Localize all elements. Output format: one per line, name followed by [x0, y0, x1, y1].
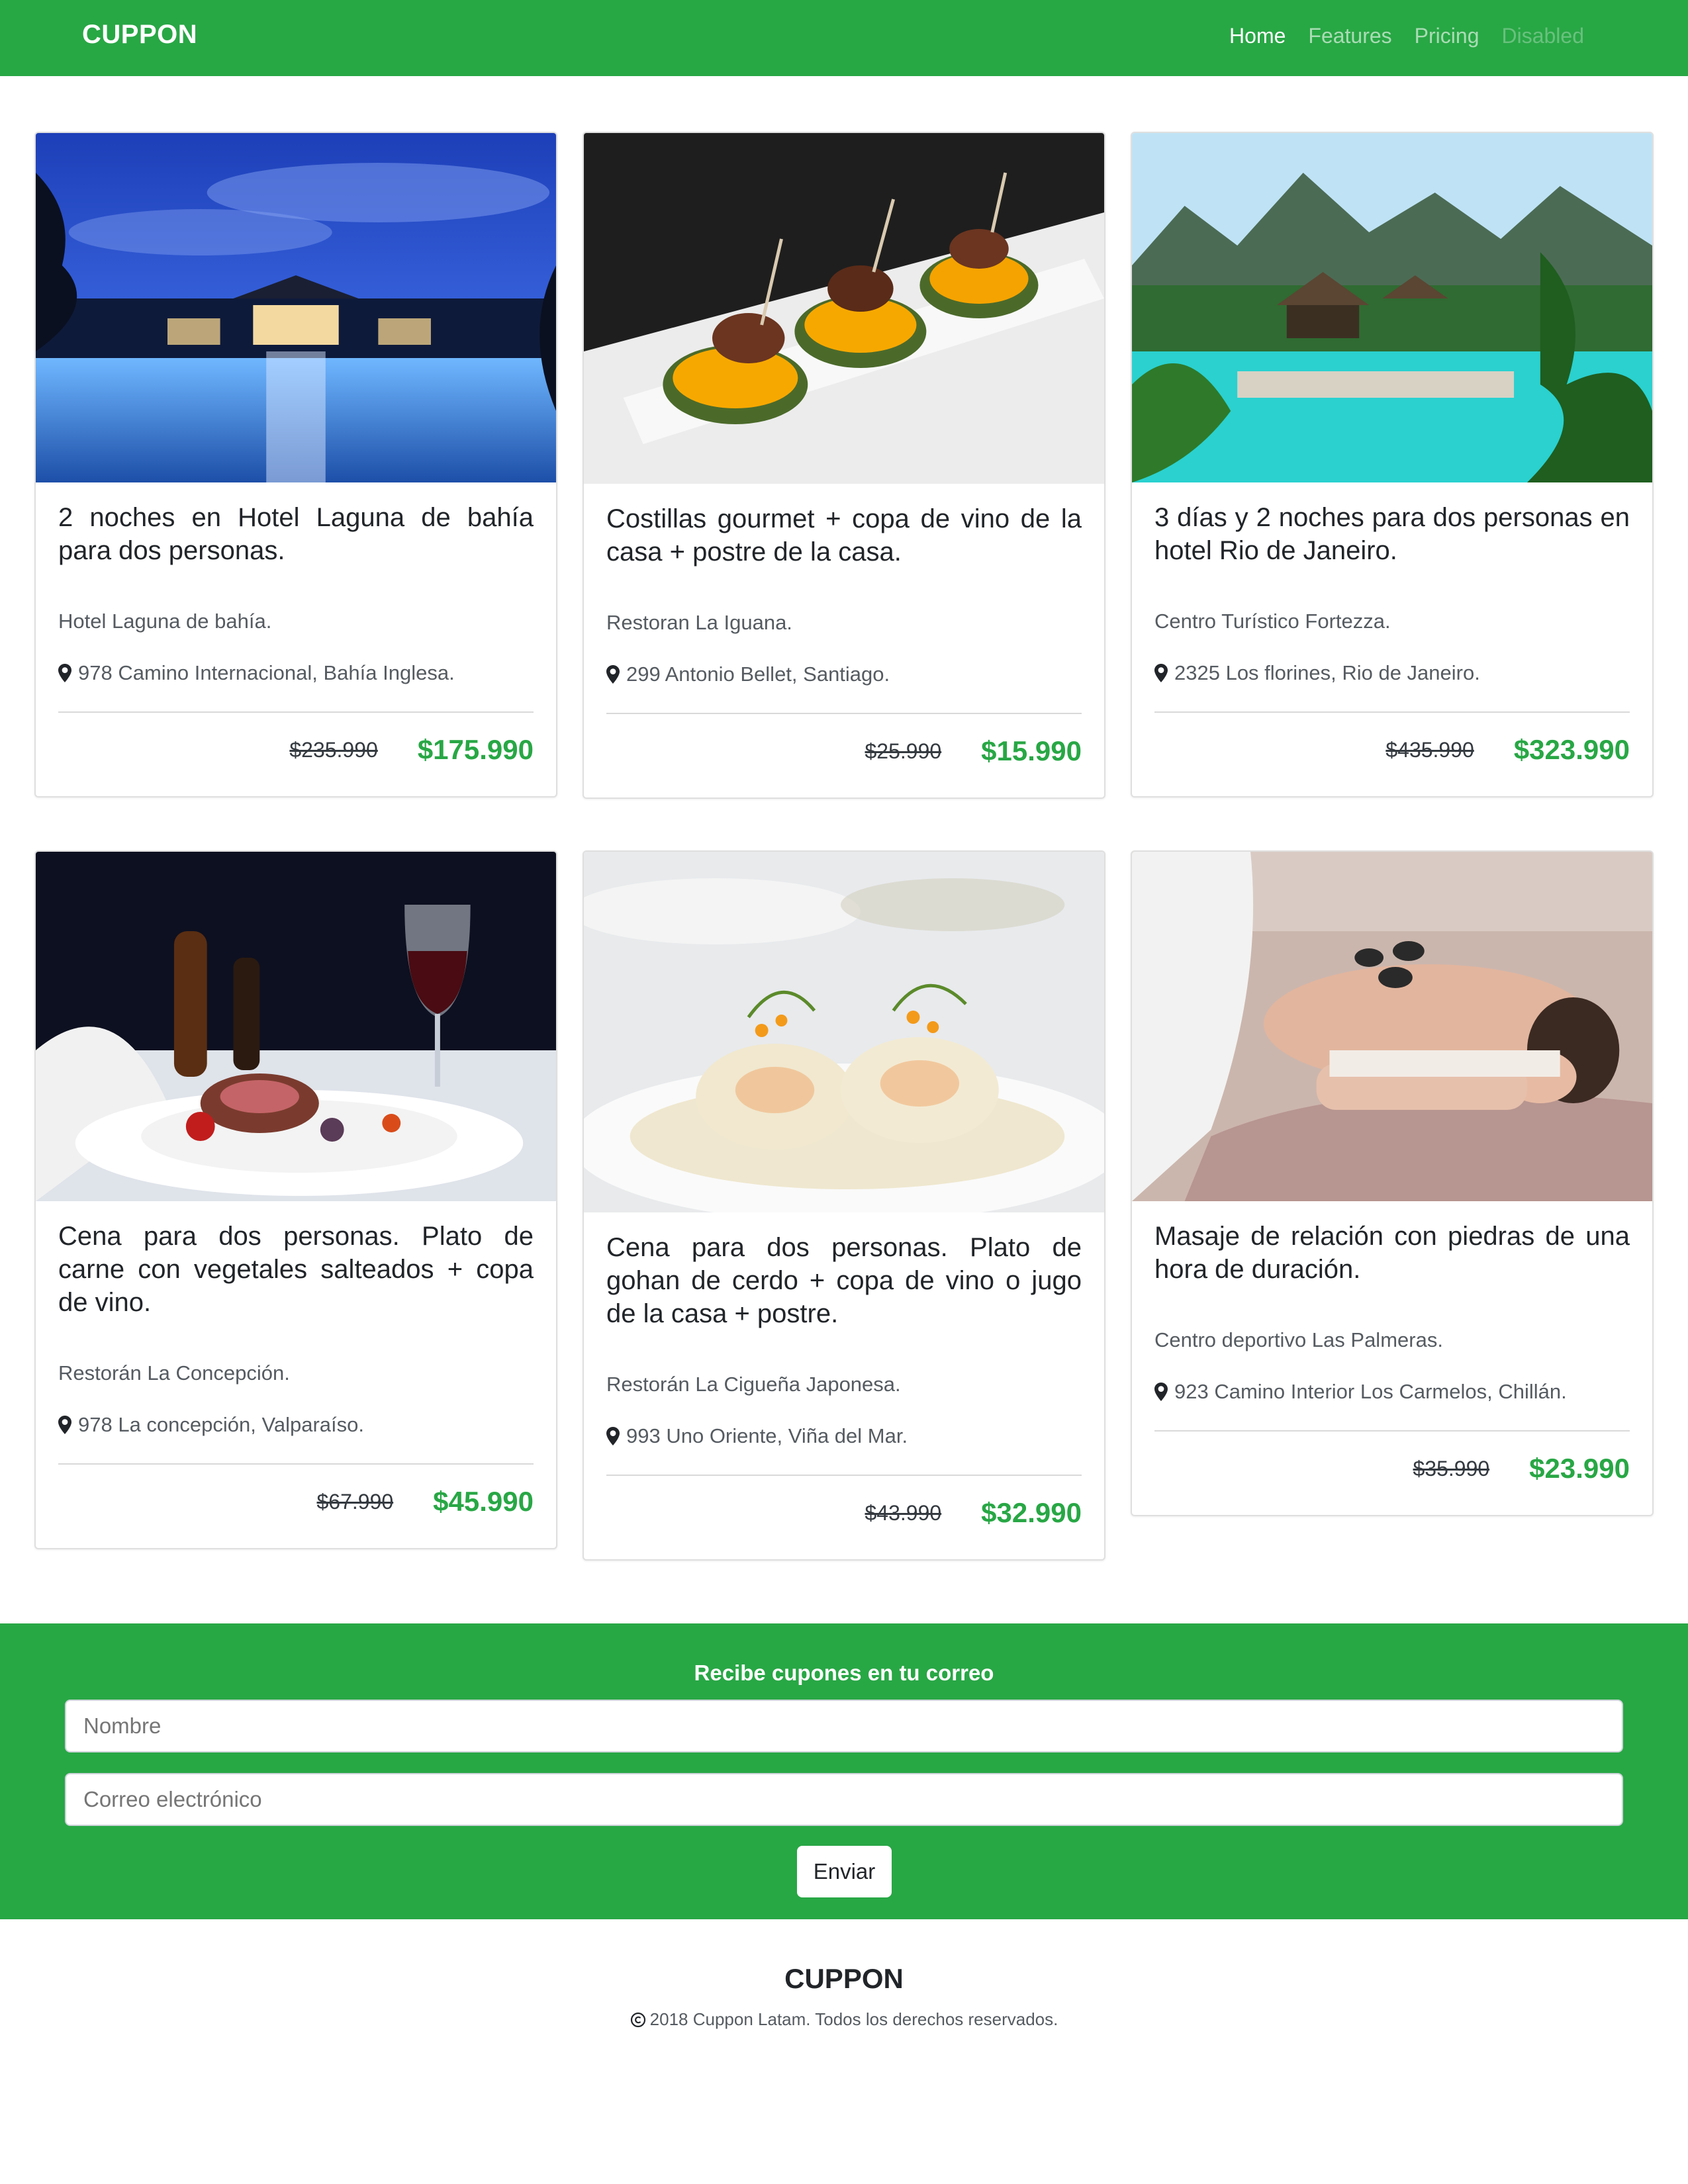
old-price: $435.990	[1385, 737, 1474, 762]
deal-place: Centro Turístico Fortezza.	[1154, 610, 1391, 633]
old-price: $43.990	[865, 1500, 942, 1525]
deal-card[interactable]: 2 noches en Hotel Laguna de bahía para d…	[34, 132, 557, 797]
name-input[interactable]	[65, 1700, 1623, 1752]
deal-address-text: 923 Camino Interior Los Carmelos, Chillá…	[1174, 1380, 1567, 1403]
deal-address-text: 2325 Los florines, Rio de Janeiro.	[1174, 661, 1480, 684]
map-marker-icon	[606, 1427, 620, 1445]
deal-body: 2 noches en Hotel Laguna de bahía para d…	[36, 482, 556, 796]
deal-body: Cena para dos personas. Plato de carne c…	[36, 1201, 556, 1548]
nav-features-link[interactable]: Features	[1297, 24, 1403, 48]
deal-prices: $43.990 $32.990	[606, 1476, 1082, 1559]
footer-brand: CUPPON	[784, 1963, 904, 1994]
deal-address: 923 Camino Interior Los Carmelos, Chillá…	[1154, 1380, 1630, 1404]
deal-title[interactable]: Cena para dos personas. Plato de gohan d…	[606, 1231, 1082, 1330]
map-marker-icon	[58, 1416, 71, 1434]
deal-prices: $235.990 $175.990	[58, 713, 534, 796]
deal-place: Hotel Laguna de bahía.	[58, 610, 272, 633]
deal-card[interactable]: Cena para dos personas. Plato de carne c…	[34, 850, 557, 1549]
nav-home-link[interactable]: Home	[1218, 24, 1297, 48]
map-marker-icon	[1154, 1383, 1168, 1401]
deal-title[interactable]: 2 noches en Hotel Laguna de bahía para d…	[58, 501, 534, 567]
deal-place: Restoran La Iguana.	[606, 611, 792, 634]
deal-prices: $35.990 $23.990	[1154, 1432, 1630, 1515]
submit-button[interactable]: Enviar	[797, 1846, 892, 1897]
nav-pricing-link[interactable]: Pricing	[1403, 24, 1491, 48]
deal-prices: $435.990 $323.990	[1154, 713, 1630, 796]
deal-prices: $25.990 $15.990	[606, 714, 1082, 797]
footer-copyright: 2018 Cuppon Latam. Todos los derechos re…	[0, 2009, 1688, 2030]
deal-address: 978 Camino Internacional, Bahía Inglesa.	[58, 661, 534, 685]
deal-body: Masaje de relación con piedras de una ho…	[1132, 1201, 1652, 1515]
new-price: $45.990	[433, 1486, 534, 1517]
deal-card[interactable]: Costillas gourmet + copa de vino de la c…	[583, 132, 1105, 799]
deal-title[interactable]: Masaje de relación con piedras de una ho…	[1154, 1220, 1630, 1286]
newsletter-section: Recibe cupones en tu correo Enviar	[0, 1623, 1688, 1919]
map-marker-icon	[58, 664, 71, 682]
new-price: $175.990	[417, 734, 534, 765]
deal-address-text: 299 Antonio Bellet, Santiago.	[626, 662, 890, 686]
brand-logo[interactable]: CUPPON	[82, 20, 197, 50]
deal-title[interactable]: Costillas gourmet + copa de vino de la c…	[606, 502, 1082, 569]
old-price: $235.990	[289, 737, 378, 762]
deal-body: Costillas gourmet + copa de vino de la c…	[584, 484, 1104, 797]
deal-title[interactable]: Cena para dos personas. Plato de carne c…	[58, 1220, 534, 1319]
navbar: CUPPON Home Features Pricing Disabled	[0, 0, 1688, 76]
deal-place: Restorán La Concepción.	[58, 1361, 290, 1385]
new-price: $15.990	[981, 735, 1082, 766]
deal-address-text: 993 Uno Oriente, Viña del Mar.	[626, 1424, 908, 1447]
new-price: $323.990	[1513, 734, 1630, 765]
deal-image-hot-stone-massage[interactable]	[1132, 852, 1652, 1201]
deal-image-gourmet-ribs[interactable]	[584, 133, 1104, 484]
old-price: $35.990	[1413, 1456, 1490, 1480]
deal-image-tropical-resort-pool[interactable]	[1132, 133, 1652, 482]
newsletter-title: Recibe cupones en tu correo	[694, 1661, 994, 1685]
deal-address: 978 La concepción, Valparaíso.	[58, 1413, 534, 1437]
deal-card[interactable]: Cena para dos personas. Plato de gohan d…	[583, 850, 1105, 1561]
deal-prices: $67.990 $45.990	[58, 1465, 534, 1548]
nav-disabled-link: Disabled	[1501, 24, 1584, 48]
deal-address: 299 Antonio Bellet, Santiago.	[606, 662, 1082, 686]
deal-image-steak-dinner-wine[interactable]	[36, 852, 556, 1201]
deal-place: Restorán La Cigueña Japonesa.	[606, 1373, 901, 1396]
deal-card[interactable]: Masaje de relación con piedras de una ho…	[1131, 850, 1654, 1516]
map-marker-icon	[606, 665, 620, 684]
deal-address-text: 978 La concepción, Valparaíso.	[78, 1413, 365, 1436]
deal-address-text: 978 Camino Internacional, Bahía Inglesa.	[78, 661, 455, 684]
new-price: $23.990	[1529, 1453, 1630, 1484]
new-price: $32.990	[981, 1497, 1082, 1528]
map-marker-icon	[1154, 664, 1168, 682]
email-input[interactable]	[65, 1773, 1623, 1826]
deal-body: 3 días y 2 noches para dos personas en h…	[1132, 482, 1652, 796]
deal-place: Centro deportivo Las Palmeras.	[1154, 1328, 1443, 1351]
deal-card[interactable]: 3 días y 2 noches para dos personas en h…	[1131, 132, 1654, 797]
old-price: $25.990	[865, 739, 942, 763]
deal-image-rolled-pork-dish[interactable]	[584, 852, 1104, 1212]
deal-address: 2325 Los florines, Rio de Janeiro.	[1154, 661, 1630, 685]
old-price: $67.990	[316, 1489, 394, 1514]
deal-title[interactable]: 3 días y 2 noches para dos personas en h…	[1154, 501, 1630, 567]
copyright-icon	[630, 2012, 645, 2027]
nav-links: Home Features Pricing Disabled	[1218, 24, 1595, 48]
copyright-text: 2018 Cuppon Latam. Todos los derechos re…	[649, 2009, 1058, 2029]
deal-address: 993 Uno Oriente, Viña del Mar.	[606, 1424, 1082, 1448]
deal-image-hotel-pool-night[interactable]	[36, 133, 556, 482]
deal-body: Cena para dos personas. Plato de gohan d…	[584, 1212, 1104, 1559]
